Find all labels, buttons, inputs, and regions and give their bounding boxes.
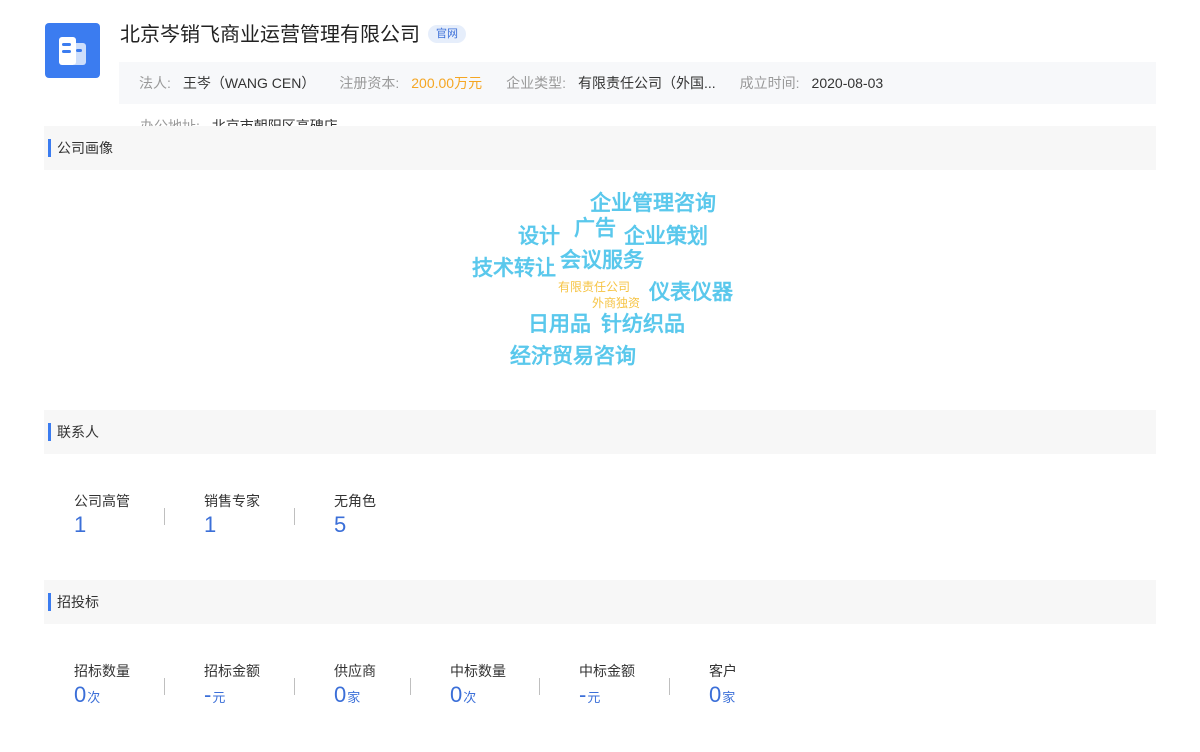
contacts-section-title: 联系人 <box>57 424 99 440</box>
founded-value: 2020-08-03 <box>811 75 884 91</box>
stat-unit: 元 <box>212 690 226 705</box>
stat-label: 销售专家 <box>204 493 260 509</box>
type-value: 有限责任公司（外国... <box>577 75 716 91</box>
cloud-word[interactable]: 广告 <box>574 218 616 239</box>
bid-stat-win-count[interactable]: 中标数量 0次 <box>450 663 506 710</box>
stat-value: 0 <box>709 682 722 707</box>
word-cloud: 企业管理咨询 设计 广告 企业策划 技术转让 会议服务 有限责任公司 外商独资 … <box>0 0 1200 752</box>
capital-label: 注册资本: <box>339 75 400 91</box>
cloud-word[interactable]: 技术转让 <box>472 258 556 279</box>
cloud-word[interactable]: 日用品 <box>528 314 591 335</box>
stat-unit: 家 <box>347 690 361 705</box>
stat-value: - <box>204 682 212 707</box>
stat-unit: 次 <box>87 690 101 705</box>
contact-stat-no-role[interactable]: 无角色 5 <box>334 493 376 537</box>
founded-label: 成立时间: <box>739 75 800 91</box>
stat-value: 0 <box>74 682 87 707</box>
stat-label: 客户 <box>709 663 737 679</box>
bid-stat-tender-amount[interactable]: 招标金额 -元 <box>204 663 260 710</box>
bid-stat-tender-count[interactable]: 招标数量 0次 <box>74 663 130 710</box>
stat-divider <box>164 678 165 695</box>
section-accent-bar <box>48 423 51 441</box>
capital-value: 200.00万元 <box>411 75 483 91</box>
stat-value: 1 <box>74 512 87 537</box>
stat-value: 5 <box>334 512 347 537</box>
contacts-section-header: 联系人 <box>44 410 1156 454</box>
portrait-section-title: 公司画像 <box>57 140 113 156</box>
bidding-section-header: 招投标 <box>44 580 1156 624</box>
company-logo <box>45 23 100 78</box>
founded-date: 成立时间: 2020-08-03 <box>740 73 884 93</box>
stat-unit: 家 <box>722 690 736 705</box>
stat-label: 招标金额 <box>204 663 260 679</box>
stat-divider <box>294 508 295 525</box>
section-accent-bar <box>48 139 51 157</box>
cloud-word[interactable]: 企业策划 <box>624 226 708 247</box>
company-info-box: 法人: 王岑（WANG CEN） 注册资本: 200.00万元 企业类型: 有限… <box>119 62 1156 104</box>
title-row: 北京岑销飞商业运营管理有限公司 官网 <box>120 18 466 46</box>
stat-label: 中标数量 <box>450 663 506 679</box>
stat-label: 公司高管 <box>74 493 130 509</box>
stat-divider <box>164 508 165 525</box>
stat-value: 0 <box>334 682 347 707</box>
contact-stat-executives[interactable]: 公司高管 1 <box>74 493 130 537</box>
legal-person-label: 法人: <box>139 75 171 91</box>
section-accent-bar <box>48 593 51 611</box>
bid-stat-customers[interactable]: 客户 0家 <box>709 663 737 710</box>
stat-unit: 次 <box>463 690 477 705</box>
company-name: 北京岑销飞商业运营管理有限公司 <box>120 23 420 46</box>
cloud-word[interactable]: 针纺织品 <box>601 314 685 335</box>
bid-stat-suppliers[interactable]: 供应商 0家 <box>334 663 376 710</box>
cloud-word[interactable]: 经济贸易咨询 <box>510 346 636 367</box>
bid-stat-win-amount[interactable]: 中标金额 -元 <box>579 663 635 710</box>
official-site-badge[interactable]: 官网 <box>428 25 466 43</box>
stat-label: 中标金额 <box>579 663 635 679</box>
cloud-word[interactable]: 设计 <box>518 226 560 247</box>
stat-value: - <box>579 682 587 707</box>
stat-divider <box>410 678 411 695</box>
cloud-word[interactable]: 仪表仪器 <box>649 282 733 303</box>
stat-label: 无角色 <box>334 493 376 509</box>
stat-divider <box>294 678 295 695</box>
stat-value: 1 <box>204 512 217 537</box>
legal-person: 法人: 王岑（WANG CEN） <box>139 73 315 93</box>
cloud-word[interactable]: 有限责任公司 <box>558 281 630 293</box>
stat-label: 供应商 <box>334 663 376 679</box>
stat-value: 0 <box>450 682 463 707</box>
contact-stat-sales-experts[interactable]: 销售专家 1 <box>204 493 260 537</box>
stat-label: 招标数量 <box>74 663 130 679</box>
cloud-word[interactable]: 外商独资 <box>592 297 640 309</box>
cloud-word[interactable]: 会议服务 <box>560 250 644 271</box>
stat-divider <box>669 678 670 695</box>
building-icon <box>59 37 86 65</box>
stat-unit: 元 <box>587 690 601 705</box>
legal-person-value[interactable]: 王岑（WANG CEN） <box>183 73 315 93</box>
registered-capital: 注册资本: 200.00万元 <box>339 73 482 93</box>
cloud-word[interactable]: 企业管理咨询 <box>590 193 716 214</box>
type-label: 企业类型: <box>506 75 566 91</box>
bidding-section-title: 招投标 <box>57 594 99 610</box>
stat-divider <box>539 678 540 695</box>
portrait-section-header: 公司画像 <box>44 126 1156 170</box>
company-type: 企业类型: 有限责任公司（外国... <box>506 73 716 93</box>
